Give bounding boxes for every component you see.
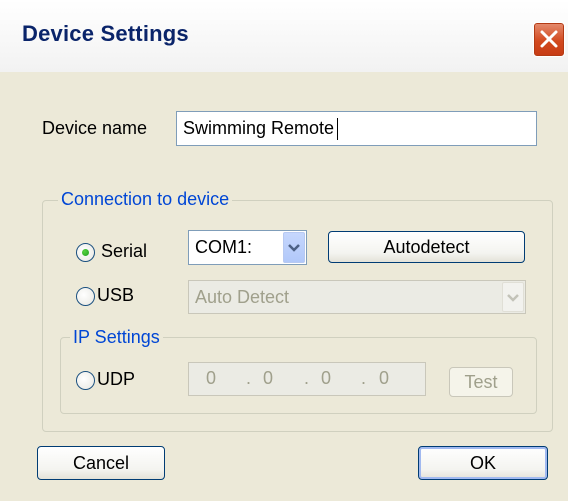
ip-settings-group-title: IP Settings — [70, 327, 163, 348]
text-caret — [337, 118, 338, 140]
ip-separator-3: . — [361, 368, 367, 388]
cancel-button[interactable]: Cancel — [37, 446, 165, 480]
connection-group-title: Connection to device — [58, 189, 233, 210]
ip-address-input[interactable]: 0 . 0 . 0 . 0 — [188, 362, 426, 396]
udp-label[interactable]: UDP — [97, 369, 135, 390]
ip-octet-1: 0 — [206, 368, 217, 388]
chevron-down-icon — [507, 294, 519, 302]
ip-octet-2: 0 — [263, 368, 274, 388]
serial-label[interactable]: Serial — [101, 241, 147, 262]
ok-button[interactable]: OK — [418, 446, 548, 480]
ip-octet-4: 0 — [379, 368, 390, 388]
autodetect-button[interactable]: Autodetect — [328, 231, 525, 263]
dialog-title: Device Settings — [22, 21, 189, 46]
usb-device-value: Auto Detect — [195, 287, 290, 307]
com-port-value: COM1: — [195, 237, 253, 257]
serial-radio[interactable] — [76, 243, 95, 262]
device-name-input[interactable]: Swimming Remote — [176, 111, 537, 146]
ip-octet-3: 0 — [321, 368, 332, 388]
title-bar[interactable]: Device Settings — [0, 0, 568, 72]
dropdown-button[interactable] — [283, 232, 305, 263]
device-name-label: Device name — [42, 118, 148, 138]
chevron-down-icon — [288, 244, 300, 252]
close-button[interactable] — [533, 22, 565, 57]
radio-selected-dot — [82, 249, 89, 256]
device-settings-dialog: Device Settings Device name Swimming Rem… — [0, 0, 568, 501]
com-port-select[interactable]: COM1: — [188, 230, 307, 265]
ip-separator-2: . — [304, 368, 310, 388]
ip-separator-1: . — [246, 368, 252, 388]
dropdown-button-disabled — [502, 282, 524, 312]
close-icon — [540, 30, 558, 48]
usb-label[interactable]: USB — [97, 285, 134, 306]
udp-radio[interactable] — [76, 371, 95, 390]
test-button[interactable]: Test — [449, 367, 513, 397]
usb-radio[interactable] — [76, 287, 95, 306]
usb-device-select[interactable]: Auto Detect — [188, 280, 526, 314]
